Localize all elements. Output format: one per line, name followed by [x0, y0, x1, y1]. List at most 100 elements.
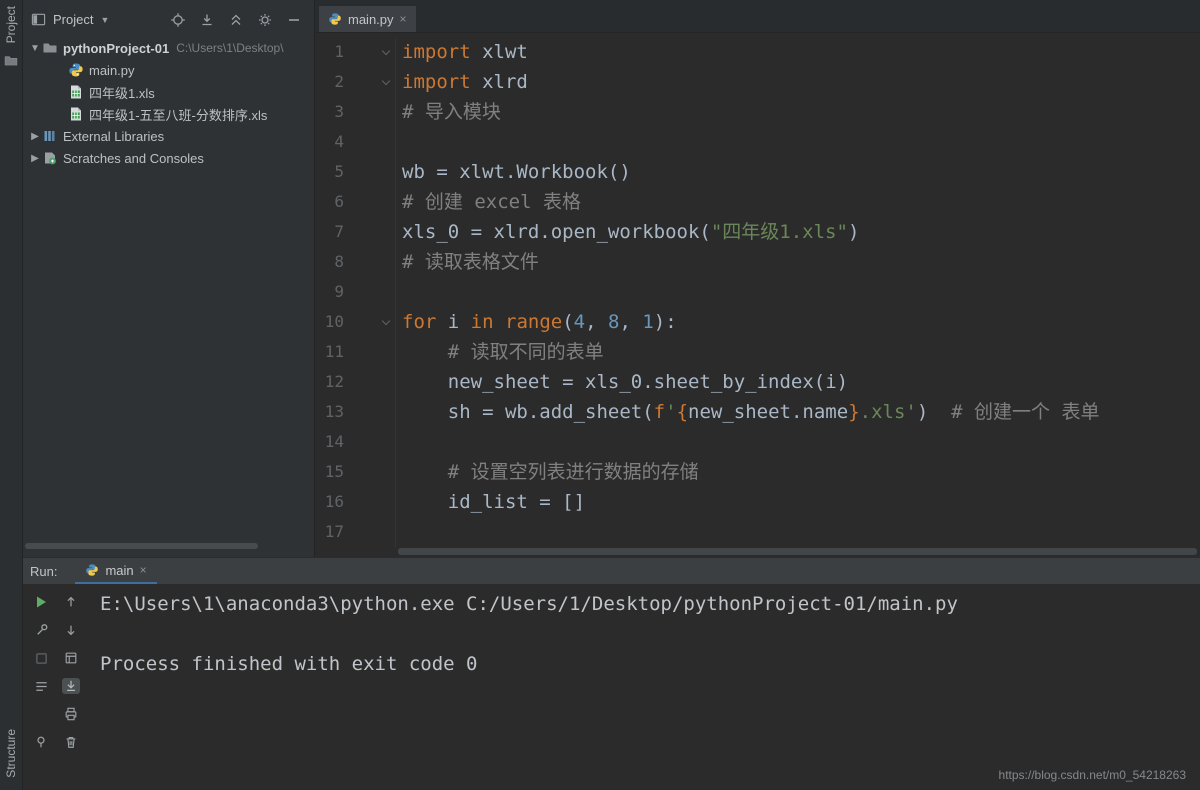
line-number: 14: [316, 427, 344, 457]
close-icon[interactable]: ×: [140, 563, 147, 577]
console-line: E:\Users\1\anaconda3\python.exe C:/Users…: [100, 589, 1200, 619]
project-root-name: pythonProject-01: [63, 41, 169, 56]
code-line[interactable]: 11 # 读取不同的表单: [316, 337, 1200, 367]
chevron-right-icon[interactable]: ▶: [28, 153, 42, 164]
group-label: External Libraries: [63, 129, 164, 144]
code-line[interactable]: 9: [316, 277, 1200, 307]
code-text: sh = wb.add_sheet(f'{new_sheet.name}.xls…: [396, 397, 1100, 427]
code-line[interactable]: 17: [316, 517, 1200, 547]
trash-icon[interactable]: [62, 734, 80, 750]
tab-main-py[interactable]: main.py ×: [319, 6, 416, 32]
fold-marker-icon[interactable]: [377, 51, 395, 54]
run-toolbar: [22, 584, 100, 790]
code-text: [396, 277, 402, 307]
library-icon: [42, 128, 58, 144]
editor-tab-bar: main.py ×: [316, 0, 1200, 33]
editor[interactable]: 1import xlwt2import xlrd3# 导入模块45 wb = xl…: [316, 33, 1200, 557]
code-line[interactable]: 5 wb = xlwt.Workbook(): [316, 157, 1200, 187]
tool-window-structure-button[interactable]: Structure: [4, 729, 18, 778]
fold-marker-icon[interactable]: [377, 321, 395, 324]
code-text: # 导入模块: [396, 97, 501, 127]
project-tool-icon[interactable]: [3, 52, 19, 68]
line-number: 2: [316, 67, 344, 97]
line-number: 15: [316, 457, 344, 487]
code-line[interactable]: 4: [316, 127, 1200, 157]
stop-button[interactable]: [32, 650, 50, 666]
print-button[interactable]: [62, 706, 80, 722]
code-line[interactable]: 8 # 读取表格文件: [316, 247, 1200, 277]
tab-label: main.py: [348, 12, 394, 27]
settings-gear-icon[interactable]: [257, 12, 273, 28]
pin-tab-icon[interactable]: [32, 734, 50, 750]
watermark-text: https://blog.csdn.net/m0_54218263: [999, 768, 1186, 782]
line-number: 5: [316, 157, 344, 187]
editor-horizontal-scrollbar[interactable]: [398, 548, 1197, 555]
scroll-from-source-button[interactable]: [199, 12, 215, 28]
python-file-icon: [68, 62, 84, 78]
project-tree: ▼ pythonProject-01 C:\Users\1\Desktop\ m…: [22, 33, 314, 169]
line-number: 7: [316, 217, 344, 247]
python-file-icon: [85, 563, 99, 577]
line-number: 10: [316, 307, 344, 337]
down-stack-trace-button[interactable]: [62, 622, 80, 638]
console-lines: E:\Users\1\anaconda3\python.exe C:/Users…: [100, 589, 1200, 679]
code-line[interactable]: 15 # 设置空列表进行数据的存储: [316, 457, 1200, 487]
code-text: # 读取表格文件: [396, 247, 539, 277]
code-line[interactable]: 13 sh = wb.add_sheet(f'{new_sheet.name}.…: [316, 397, 1200, 427]
tree-item-project-root[interactable]: ▼ pythonProject-01 C:\Users\1\Desktop\: [22, 37, 314, 59]
fold-marker-icon[interactable]: [377, 81, 395, 84]
code-text: # 设置空列表进行数据的存储: [396, 457, 699, 487]
tool-window-project-button[interactable]: Project: [4, 6, 18, 43]
tree-item-external-libraries[interactable]: ▶ External Libraries: [22, 125, 314, 147]
code-line[interactable]: 12 new_sheet = xls_0.sheet_by_index(i): [316, 367, 1200, 397]
tree-item-xls-2[interactable]: 四年级1-五至八班-分数排序.xls: [22, 103, 314, 125]
wrench-icon[interactable]: [32, 622, 50, 638]
chevron-right-icon[interactable]: ▶: [28, 131, 42, 142]
code-line[interactable]: 6# 创建 excel 表格: [316, 187, 1200, 217]
code-line[interactable]: 3# 导入模块: [316, 97, 1200, 127]
line-number: 4: [316, 127, 344, 157]
line-number: 13: [316, 397, 344, 427]
code-line[interactable]: 16 id_list = []: [316, 487, 1200, 517]
tree-item-main-py[interactable]: main.py: [22, 59, 314, 81]
excel-file-icon: [68, 84, 84, 100]
file-label: 四年级1.xls: [89, 83, 155, 102]
line-number: 11: [316, 337, 344, 367]
project-panel-title[interactable]: Project: [53, 12, 93, 27]
ide-window: Project Structure Project ▼: [0, 0, 1200, 790]
excel-file-icon: [68, 106, 84, 122]
code-line[interactable]: 14: [316, 427, 1200, 457]
hide-panel-button[interactable]: [286, 12, 302, 28]
run-label: Run:: [30, 564, 57, 579]
chevron-down-icon[interactable]: ▼: [28, 43, 42, 54]
code-line[interactable]: 7xls_0 = xlrd.open_workbook("四年级1.xls"): [316, 217, 1200, 247]
tree-item-xls-1[interactable]: 四年级1.xls: [22, 81, 314, 103]
close-icon[interactable]: ×: [400, 12, 407, 26]
locate-button[interactable]: [170, 12, 186, 28]
code-text: wb = xlwt.Workbook(): [396, 157, 631, 187]
run-tab-main[interactable]: main ×: [75, 558, 156, 584]
code-line[interactable]: 2import xlrd: [316, 67, 1200, 97]
toolbar-spacer: [32, 706, 48, 722]
folder-icon: [42, 40, 58, 56]
tree-item-scratches-consoles[interactable]: ▶ Scratches and Consoles: [22, 147, 314, 169]
test-list-icon[interactable]: [32, 678, 50, 694]
scroll-to-end-button[interactable]: [62, 678, 80, 694]
collapse-all-button[interactable]: [228, 12, 244, 28]
file-label: 四年级1-五至八班-分数排序.xls: [89, 105, 267, 124]
left-tool-strip: Project Structure: [0, 0, 23, 790]
rerun-button[interactable]: [32, 594, 50, 610]
line-number: 8: [316, 247, 344, 277]
project-horizontal-scrollbar[interactable]: [25, 543, 258, 549]
up-stack-trace-button[interactable]: [62, 594, 80, 610]
restore-layout-button[interactable]: [62, 650, 80, 666]
chevron-down-icon[interactable]: ▼: [100, 15, 109, 25]
code-line[interactable]: 10for i in range(4, 8, 1):: [316, 307, 1200, 337]
run-console[interactable]: E:\Users\1\anaconda3\python.exe C:/Users…: [100, 584, 1200, 790]
project-view-icon: [30, 12, 46, 28]
run-tab-label: main: [105, 563, 133, 578]
code-line[interactable]: 1import xlwt: [316, 37, 1200, 67]
line-number: 12: [316, 367, 344, 397]
file-label: main.py: [89, 63, 135, 78]
group-label: Scratches and Consoles: [63, 151, 204, 166]
